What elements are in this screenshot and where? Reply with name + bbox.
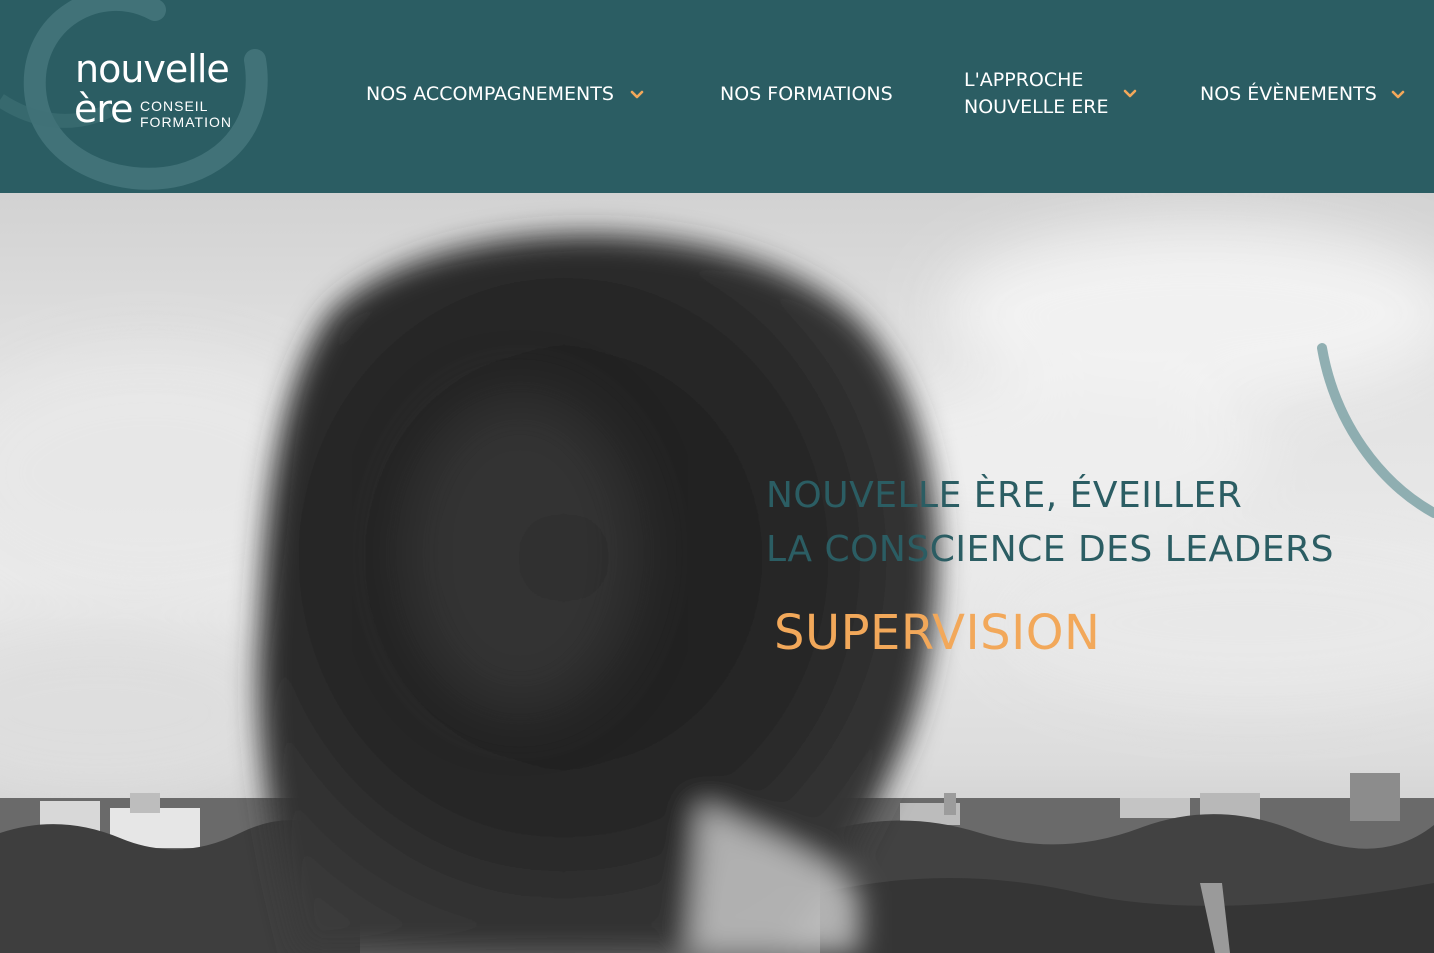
site-header: nouvelle ère CONSEIL FORMATION NOS ACCOM… <box>0 0 1434 193</box>
nav-item-evenements[interactable]: NOS ÉVÈNEMENTS <box>1200 81 1405 108</box>
nav-item-label: L'APPROCHE NOUVELLE ERE <box>964 69 1109 118</box>
nav-item-label: NOS ÉVÈNEMENTS <box>1200 83 1377 105</box>
hero-background-image <box>0 223 1434 953</box>
nav-item-label: NOS ACCOMPAGNEMENTS <box>366 83 614 105</box>
hero-banner: NOUVELLE ÈRE, ÉVEILLER LA CONSCIENCE DES… <box>0 193 1434 953</box>
logo-tagline-line1: CONSEIL <box>140 98 209 114</box>
hero-headline-line2: LA CONSCIENCE DES LEADERS <box>766 529 1334 570</box>
logo-swirl-graphic <box>0 0 268 190</box>
hero-subheadline: SUPERVISION <box>774 605 1101 661</box>
chevron-down-icon <box>1391 90 1405 98</box>
nav-item-accompagnements[interactable]: NOS ACCOMPAGNEMENTS <box>366 81 644 108</box>
site-logo[interactable]: nouvelle ère CONSEIL FORMATION <box>0 0 300 193</box>
chevron-down-icon <box>630 90 644 98</box>
logo-name-line2: ère <box>74 87 134 131</box>
nav-item-formations[interactable]: NOS FORMATIONS <box>720 81 893 108</box>
chevron-down-icon <box>1123 89 1136 98</box>
nav-item-label: NOS FORMATIONS <box>720 83 893 105</box>
logo-name-line1: nouvelle <box>75 47 230 91</box>
logo-tagline-line2: FORMATION <box>140 114 232 130</box>
nav-item-approche[interactable]: L'APPROCHE NOUVELLE ERE <box>964 67 1137 121</box>
hero-headline-line1: NOUVELLE ÈRE, ÉVEILLER <box>766 475 1243 516</box>
